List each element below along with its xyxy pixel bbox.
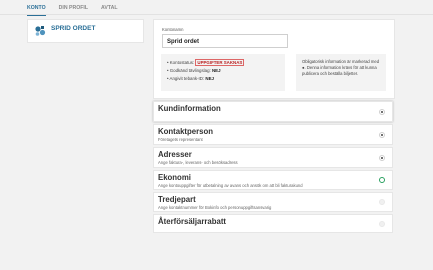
section-tredjepart[interactable]: Tredjepart Ange kontaktnummer för Bokinfo…	[153, 192, 393, 212]
required-info-text: Obligatorisk information är markerad med…	[302, 59, 380, 76]
section-subtitle: Ange kontouppgifter för utbetalning av a…	[158, 183, 303, 188]
section-title: Kontaktperson	[158, 127, 214, 136]
section-subtitle: Ange faktura-, leverans- och besöksadres…	[158, 160, 238, 165]
section-status-icon	[379, 220, 385, 227]
account-name-input[interactable]: Sprid ordet	[162, 34, 288, 48]
account-card[interactable]: SPRID ORDET	[27, 19, 144, 43]
account-name: SPRID ORDET	[51, 25, 96, 32]
status-row-terms: • Godkänd tävlingslag: NEJ	[167, 68, 221, 73]
status-row-contact: • Kontostatus: UPPGIFTER SAKNAS	[167, 59, 245, 66]
section-title: Återförsäljarrabatt	[158, 217, 227, 226]
account-logo-icon	[35, 26, 46, 36]
section-ekonomi[interactable]: Ekonomi Ange kontouppgifter för utbetalni…	[153, 170, 393, 190]
section-subtitle: Företagets representant	[158, 137, 203, 142]
section-title: Adresser	[158, 150, 192, 159]
section-title: Kundinformation	[158, 104, 221, 113]
account-name-label: Kontonamn	[162, 27, 184, 32]
required-info-note: Obligatorisk information är markerad med…	[296, 54, 386, 91]
section-status-icon	[379, 131, 385, 138]
section-subtitle: Ange kontaktnummer för Bokinfo och perso…	[158, 205, 272, 210]
section-status-icon	[379, 108, 385, 115]
section-status-icon	[379, 154, 385, 161]
status-row-bank: • Angivit tebank-ID: NEJ	[167, 76, 214, 81]
status-badge: UPPGIFTER SAKNAS	[195, 59, 245, 66]
section-adresser[interactable]: Adresser Ange faktura-, leverans- och bes…	[153, 147, 393, 168]
section-title: Ekonomi	[158, 173, 191, 182]
section-title: Tredjepart	[158, 195, 196, 204]
section-status-icon	[379, 199, 385, 205]
section-kundinformation[interactable]: Kundinformation	[153, 101, 393, 122]
tab-divider	[0, 14, 433, 15]
section-kontaktperson[interactable]: Kontaktperson Företagets representant	[153, 124, 393, 145]
account-details-card: Kontonamn Sprid ordet • Kontostatus: UPP…	[153, 19, 395, 99]
section-status-icon	[379, 177, 385, 183]
section-återförsäljarrabatt[interactable]: Återförsäljarrabatt	[153, 214, 393, 233]
account-status-box: • Kontostatus: UPPGIFTER SAKNAS • Godkän…	[161, 54, 285, 91]
